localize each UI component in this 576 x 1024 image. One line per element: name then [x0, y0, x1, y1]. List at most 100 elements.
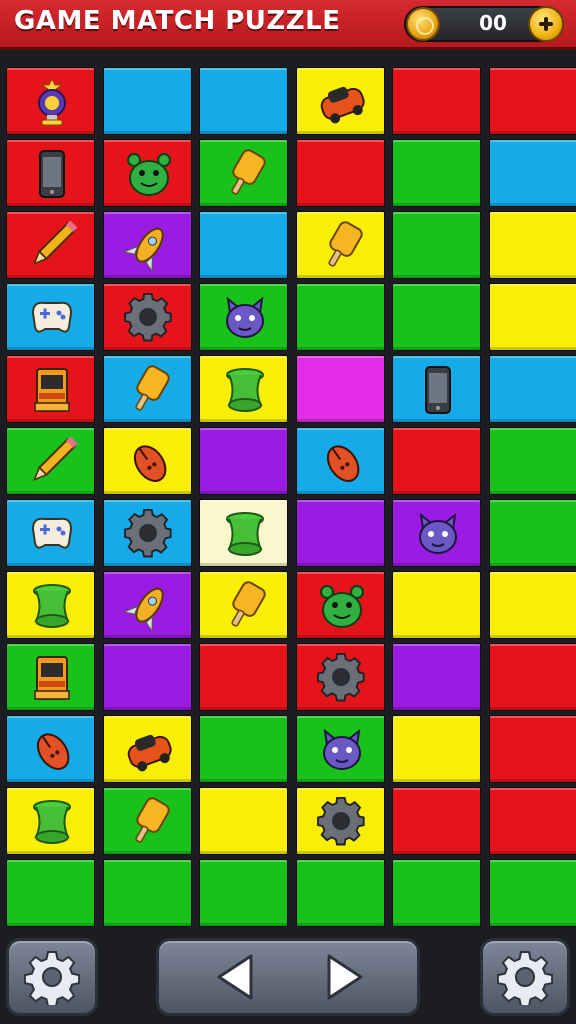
- board-tile[interactable]: [392, 499, 481, 567]
- arcade-icon: [7, 356, 96, 424]
- board-tile[interactable]: [6, 139, 95, 207]
- board-tile[interactable]: [199, 499, 288, 567]
- board-tile[interactable]: [102, 499, 193, 568]
- rocket-icon: [104, 212, 193, 280]
- board-tile[interactable]: [199, 211, 288, 279]
- popsicle-icon: [297, 212, 386, 280]
- board-tile[interactable]: [6, 643, 95, 711]
- popsicle-icon: [104, 788, 193, 856]
- board-tile[interactable]: [488, 67, 576, 135]
- board-tile[interactable]: [295, 643, 386, 712]
- board-tile[interactable]: [295, 571, 385, 639]
- board-tile[interactable]: [6, 211, 95, 279]
- board-tile[interactable]: [488, 715, 576, 783]
- board-tile[interactable]: [102, 715, 192, 783]
- board-tile[interactable]: [199, 571, 288, 639]
- board-tile[interactable]: [392, 571, 481, 639]
- arcade-icon: [7, 644, 96, 712]
- settings-button-right[interactable]: [480, 938, 570, 1016]
- rocket-icon: [104, 572, 193, 640]
- popsicle-icon: [200, 572, 289, 640]
- board-tile[interactable]: [102, 643, 192, 711]
- board-tile[interactable]: [199, 715, 288, 783]
- gear-icon: [104, 500, 193, 568]
- board-tile[interactable]: [6, 283, 95, 351]
- board-tile[interactable]: [488, 427, 576, 495]
- board-tile[interactable]: [295, 427, 386, 496]
- gear-icon: [497, 951, 553, 1005]
- spool-icon: [7, 572, 96, 640]
- board-tile[interactable]: [295, 499, 385, 567]
- board-tile[interactable]: [6, 355, 95, 423]
- board-tile[interactable]: [488, 859, 576, 927]
- board-tile[interactable]: [488, 355, 576, 423]
- gamepad-icon: [7, 500, 96, 568]
- board-tile[interactable]: [199, 787, 288, 855]
- board-tile[interactable]: [295, 787, 385, 855]
- board-tile[interactable]: [6, 427, 95, 495]
- triangle-left-icon[interactable]: [215, 954, 255, 1000]
- board-tile[interactable]: [199, 139, 288, 207]
- gear-icon: [297, 644, 386, 712]
- popsicle-icon: [104, 356, 193, 424]
- board-tile[interactable]: [488, 139, 576, 207]
- board-tile[interactable]: [392, 67, 481, 135]
- board-tile[interactable]: [392, 787, 481, 855]
- board-tile[interactable]: [102, 67, 192, 135]
- board-tile[interactable]: [6, 715, 95, 783]
- board-tile[interactable]: [488, 283, 576, 351]
- spool-icon: [200, 356, 289, 424]
- board-tile[interactable]: [6, 67, 95, 135]
- board-tile[interactable]: [295, 211, 386, 280]
- board-tile[interactable]: [6, 499, 95, 567]
- board-tile[interactable]: [488, 643, 576, 711]
- settings-button-left[interactable]: [6, 938, 98, 1016]
- board-tile[interactable]: [295, 715, 385, 783]
- board-tile[interactable]: [199, 355, 288, 423]
- board-tile[interactable]: [6, 859, 95, 927]
- board-tile[interactable]: [199, 859, 288, 927]
- triangle-right-icon[interactable]: [325, 954, 365, 1000]
- board-tile[interactable]: [199, 67, 288, 135]
- cat-icon: [393, 500, 482, 568]
- gear-icon: [104, 284, 193, 352]
- board-tile[interactable]: [102, 355, 193, 424]
- trophy-icon: [7, 68, 96, 136]
- board-tile[interactable]: [102, 139, 193, 208]
- board-tile[interactable]: [392, 859, 481, 927]
- board-tile[interactable]: [102, 211, 193, 280]
- board-tile[interactable]: [199, 283, 288, 351]
- board-tile[interactable]: [488, 571, 576, 639]
- mouse-icon: [297, 428, 386, 496]
- board-tile[interactable]: [392, 643, 481, 711]
- board-tile[interactable]: [295, 139, 385, 207]
- board-tile[interactable]: [295, 859, 385, 927]
- board-tile[interactable]: [102, 427, 192, 495]
- board-tile[interactable]: [102, 571, 193, 640]
- board-tile[interactable]: [392, 139, 481, 207]
- board-tile[interactable]: [392, 355, 481, 423]
- board-tile[interactable]: [488, 499, 576, 567]
- board-tile[interactable]: [6, 571, 95, 639]
- board-tile[interactable]: [102, 859, 192, 927]
- bear-icon: [104, 140, 193, 208]
- board-tile[interactable]: [6, 787, 95, 855]
- board-tile[interactable]: [392, 427, 481, 495]
- board-tile[interactable]: [392, 211, 481, 279]
- popsicle-icon: [200, 140, 289, 208]
- board-tile[interactable]: [199, 643, 288, 711]
- board-tile[interactable]: [295, 355, 385, 423]
- board-tile[interactable]: [488, 787, 576, 855]
- board-tile[interactable]: [392, 283, 481, 351]
- board-tile[interactable]: [392, 715, 481, 783]
- pencil-icon: [7, 428, 96, 496]
- mouse-icon: [7, 716, 96, 784]
- spool-icon: [7, 788, 96, 856]
- board-tile[interactable]: [488, 211, 576, 279]
- gear-icon: [24, 951, 80, 1005]
- board-tile[interactable]: [295, 67, 385, 135]
- board-tile[interactable]: [295, 283, 385, 351]
- board-tile[interactable]: [102, 787, 193, 856]
- board-tile[interactable]: [102, 283, 193, 352]
- board-tile[interactable]: [199, 427, 288, 495]
